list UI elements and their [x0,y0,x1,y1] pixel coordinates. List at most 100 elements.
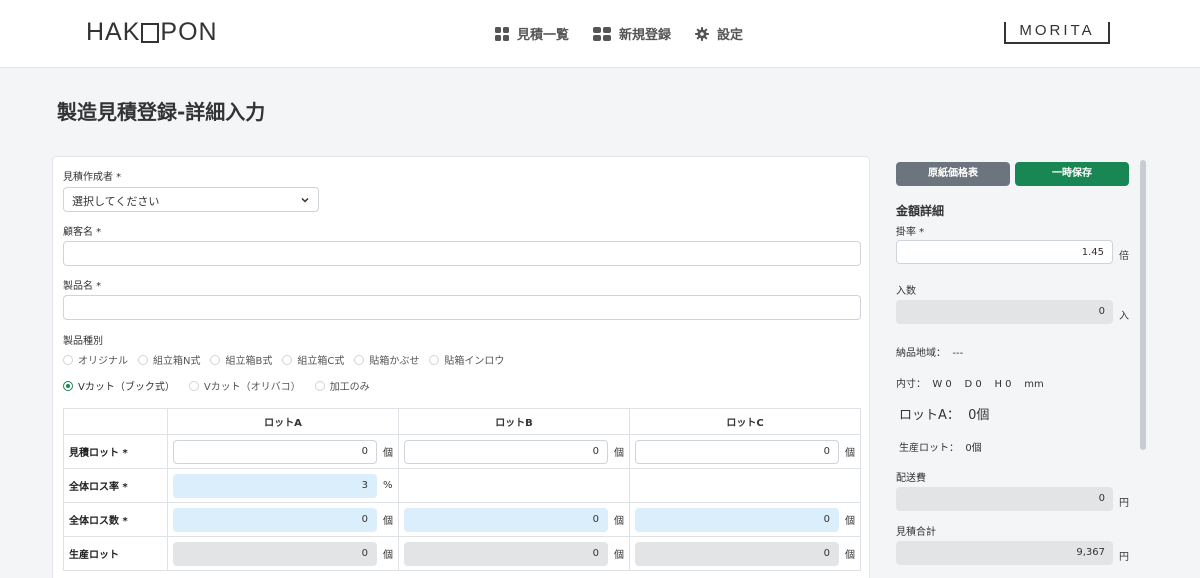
radio-v-cut-oribako[interactable]: Vカット（オリバコ） [188,378,301,393]
radio-n-type[interactable]: 組立箱N式 [138,352,200,367]
product-type-radios: オリジナル 組立箱N式 組立箱B式 組立箱C式 貼箱かぶせ 貼箱インロウ [63,352,504,367]
unit-label: 個 [383,516,393,527]
temp-save-button[interactable]: 一時保存 [1015,162,1129,186]
main-nav: 見積一覧 新規登録 設定 [495,24,743,43]
table-header-lot-a: ロットA [167,408,399,435]
radio-processing-only[interactable]: 加工のみ [314,378,370,393]
estimate-form-card: 見積作成者 * 選択してください 顧客名 * 製品名 * 製品種別 オリジナル … [52,156,870,578]
nav-label: 新規登録 [619,28,672,43]
radio-circle-icon [429,354,440,365]
radio-label: 組立箱B式 [225,356,273,367]
nav-item-new-register[interactable]: 新規登録 [593,24,671,43]
shipping-label: 配送費 [896,473,926,484]
row-label: 見積ロット * [63,434,168,469]
radio-circle-icon [354,354,365,365]
radio-v-cut-book[interactable]: Vカット（ブック式） [63,378,175,393]
radio-label: Vカット（オリバコ） [203,382,301,393]
lot-a-summary: ロットA： 0個 [899,408,990,423]
total-label: 見積合計 [896,527,936,538]
table-header-empty [63,408,168,435]
inner-size: 内寸： W 0 D 0 H 0 mm [896,379,1044,390]
estimate-lot-b-input[interactable]: 0 [404,439,608,464]
app-header: HAK PON 見積一覧 新規登録 設定 MORITA [0,0,1200,68]
loss-count-b-input[interactable]: 0 [404,507,608,532]
production-lot-b-value: 0 [404,541,608,566]
radio-label: 組立箱C式 [297,356,345,367]
estimate-lot-a-input[interactable]: 0 [173,439,377,464]
count-label: 入数 [896,286,916,297]
logo-text-pre: HAK [86,18,141,46]
creator-select[interactable]: 選択してください [63,187,319,212]
radio-b-type[interactable]: 組立箱B式 [210,352,272,367]
paper-price-table-button[interactable]: 原紙価格表 [896,162,1010,186]
empty-cell [398,468,630,503]
loss-count-a-input[interactable]: 0 [173,507,377,532]
row-label: 生産ロット [63,536,168,571]
radio-label: Vカット（ブック式） [78,382,175,393]
shipping-value: 0 [896,487,1113,511]
radio-label: 貼箱インロウ [444,356,505,367]
loss-count-c-input[interactable]: 0 [635,507,839,532]
loss-rate-a-input[interactable]: 3 [173,473,377,498]
creator-label: 見積作成者 * [63,172,122,183]
morita-logo: MORITA [1004,22,1110,44]
page-title: 製造見積登録-詳細入力 [57,100,266,124]
table-row: 全体ロス率 * 3% [63,468,861,503]
radio-circle-icon [282,354,293,365]
production-lot-a-value: 0 [173,541,377,566]
delivery-region: 納品地域： --- [896,348,964,359]
side-panel-scrollbar[interactable] [1140,160,1146,450]
rate-unit: 倍 [1119,251,1129,262]
unit-label: 個 [383,550,393,561]
cut-type-radios: Vカット（ブック式） Vカット（オリバコ） 加工のみ [63,378,370,393]
total-value: 9,367 [896,541,1113,565]
customer-label: 顧客名 * [63,227,102,238]
radio-label: 加工のみ [329,382,370,393]
table-row: 全体ロス数 * 0個 0個 0個 [63,502,861,537]
blocks-icon [593,26,612,41]
customer-name-input[interactable] [63,241,861,266]
table-header-lot-c: ロットC [629,408,861,435]
table-header-row: ロットA ロットB ロットC [63,408,861,435]
unit-label: % [383,480,393,491]
radio-circle-icon [210,354,221,365]
count-value: 0 [896,300,1113,324]
radio-circle-icon [138,354,148,365]
nav-label: 設定 [717,28,744,43]
radio-circle-icon [63,354,73,365]
total-unit: 円 [1119,552,1129,563]
production-lot-c-value: 0 [635,541,839,566]
chevron-down-icon [301,197,309,203]
product-name-input[interactable] [63,295,861,320]
logo-text-post: PON [160,18,218,46]
table-row: 生産ロット 0個 0個 0個 [63,536,861,571]
radio-inrou[interactable]: 貼箱インロウ [429,352,504,367]
table-row: 見積ロット * 0個 0個 0個 [63,434,861,469]
row-label: 全体ロス数 * [63,502,168,537]
price-detail-title: 金額詳細 [896,204,945,218]
shipping-unit: 円 [1119,498,1129,509]
unit-label: 個 [614,516,624,527]
gear-icon [695,26,710,41]
estimate-lot-c-input[interactable]: 0 [635,439,839,464]
creator-select-value: 選択してください [72,195,160,208]
radio-selected-icon [63,380,73,391]
table-header-lot-b: ロットB [398,408,630,435]
nav-item-settings[interactable]: 設定 [695,24,743,43]
count-unit: 入 [1119,311,1129,322]
nav-item-estimate-list[interactable]: 見積一覧 [495,24,569,43]
radio-label: オリジナル [78,356,128,367]
radio-original[interactable]: オリジナル [63,352,128,367]
hakopon-logo[interactable]: HAK PON [86,18,218,47]
unit-label: 個 [845,448,855,459]
radio-kabuse[interactable]: 貼箱かぶせ [354,352,419,367]
production-lot-summary: 生産ロット： 0個 [899,443,982,454]
unit-label: 個 [845,516,855,527]
rate-label: 掛率 * [896,227,925,238]
radio-c-type[interactable]: 組立箱C式 [282,352,344,367]
grid-icon [495,26,509,41]
rate-input[interactable]: 1.45 [896,240,1113,264]
radio-circle-icon [188,380,199,391]
radio-label: 貼箱かぶせ [369,356,420,367]
unit-label: 個 [614,550,624,561]
